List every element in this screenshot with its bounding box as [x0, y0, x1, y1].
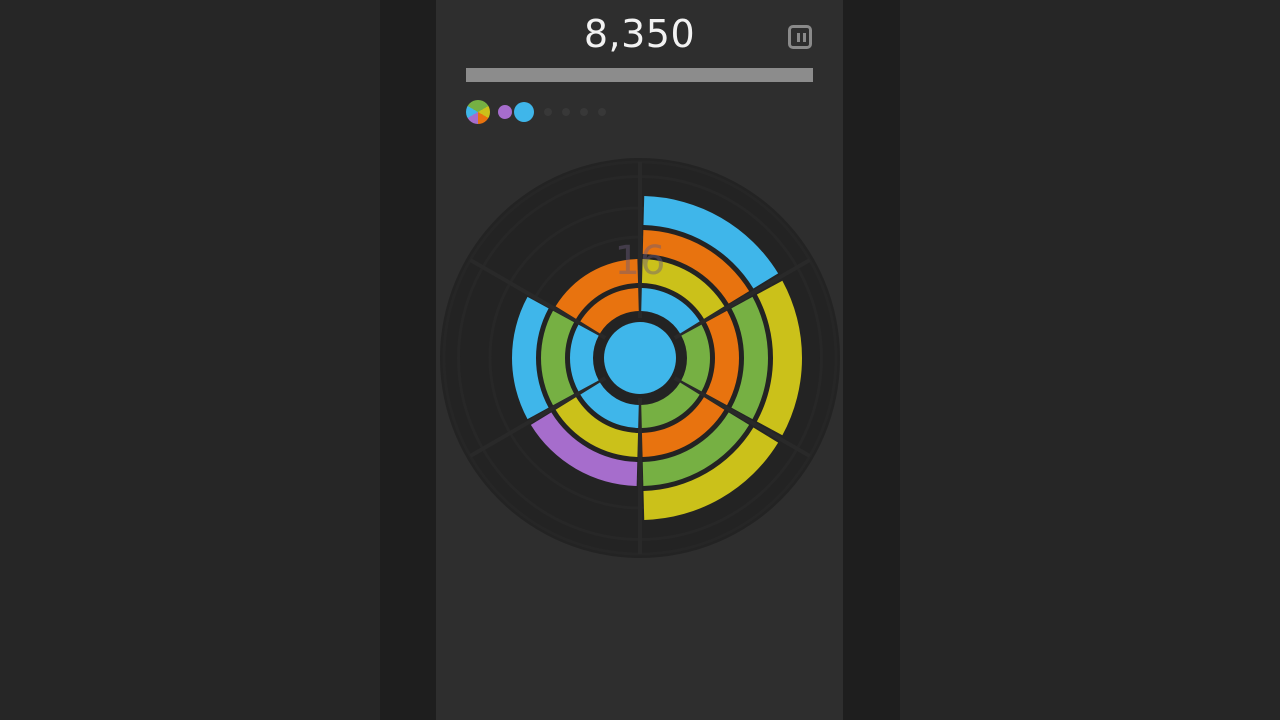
game-screen: 8,350 16	[436, 0, 843, 720]
left-backdrop	[0, 0, 380, 720]
right-backdrop	[900, 0, 1280, 720]
left-backdrop-edge	[380, 0, 436, 720]
hint-number: 16	[615, 238, 666, 284]
center-disc[interactable]	[604, 322, 676, 394]
right-backdrop-edge	[843, 0, 900, 720]
ring-board[interactable]: 16	[436, 0, 843, 720]
